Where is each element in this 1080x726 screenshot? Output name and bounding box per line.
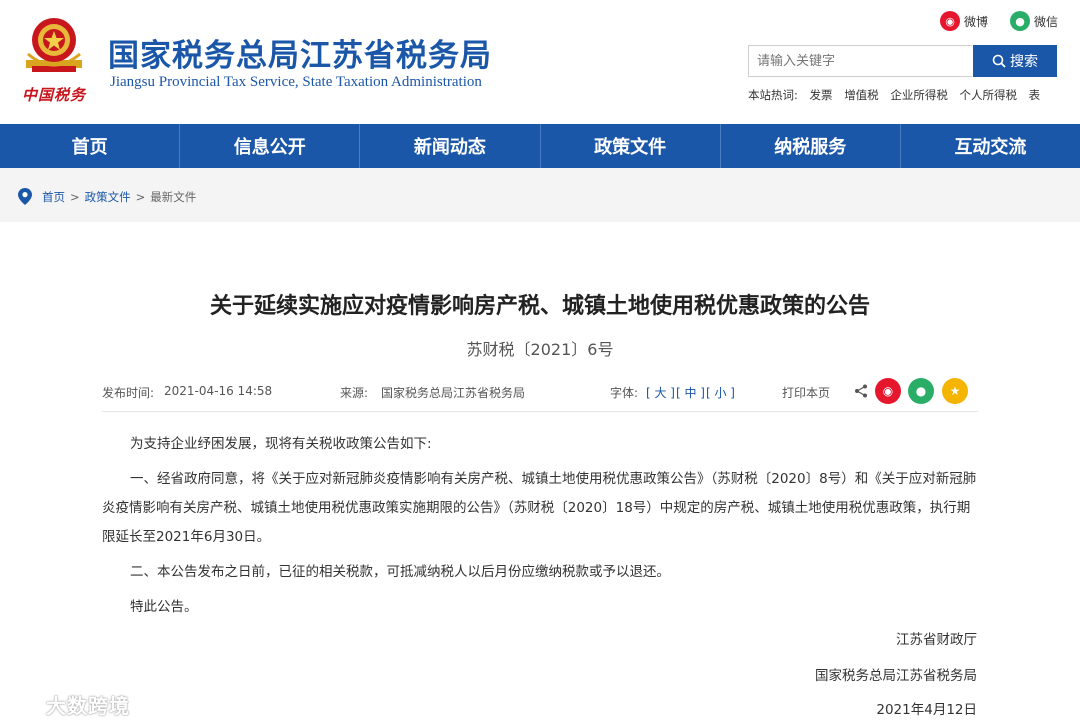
breadcrumb-policy[interactable]: 政策文件: [85, 189, 131, 205]
nav-item-disclosure[interactable]: 信息公开: [180, 124, 361, 168]
hotword-link[interactable]: 个人所得税: [960, 88, 1018, 102]
breadcrumb: 首页 > 政策文件 > 最新文件: [18, 188, 196, 205]
font-large-button[interactable]: [ 大 ]: [646, 384, 675, 401]
article-paragraph: 为支持企业纾困发展，现将有关税收政策公告如下:: [130, 436, 432, 452]
hotword-link[interactable]: 发票: [810, 88, 833, 102]
watermark: 大数跨境: [8, 690, 130, 719]
nav-item-policy[interactable]: 政策文件: [541, 124, 721, 168]
article-paragraph: 特此公告。: [130, 599, 198, 615]
signature-date: 2021年4月12日: [876, 702, 977, 718]
font-small-button[interactable]: [ 小 ]: [706, 384, 735, 401]
breadcrumb-separator: >: [70, 189, 80, 204]
share-qzone-icon[interactable]: ★: [942, 378, 968, 404]
hotword-link[interactable]: 增值税: [844, 88, 879, 102]
article-paragraph: 二、本公告发布之日前，已征的相关税款，可抵减纳税人以后月份应缴纳税款或予以退还。: [130, 564, 670, 580]
wechat-label: 微信: [1034, 14, 1059, 29]
nav-item-home[interactable]: 首页: [0, 124, 181, 168]
hotword-link[interactable]: 表: [1029, 88, 1041, 102]
signature-finance-dept: 江苏省财政厅: [896, 632, 977, 648]
nav-item-news[interactable]: 新闻动态: [360, 124, 541, 168]
share-icon[interactable]: [854, 384, 868, 398]
wechat-icon: ●: [1010, 11, 1030, 31]
share-weibo-icon[interactable]: ◉: [875, 378, 901, 404]
search-input[interactable]: [748, 45, 972, 77]
site-header: 中国税务 国家税务总局江苏省税务局 Jiangsu Provincial Tax…: [0, 0, 1080, 124]
tax-emblem-icon: [26, 18, 82, 72]
brand-small-text: 中国税务: [22, 86, 87, 104]
font-size-label: 字体:: [610, 386, 639, 400]
hotwords-label: 本站热词:: [748, 88, 798, 102]
site-subtitle: Jiangsu Provincial Tax Service, State Ta…: [110, 74, 482, 90]
wechat-link[interactable]: ● 微信: [1010, 11, 1058, 31]
source-label: 来源:: [340, 386, 369, 400]
watermark-logo-icon: [8, 697, 38, 715]
weibo-label: 微博: [964, 14, 989, 29]
article-meta: 发布时间: 2021-04-16 14:58 来源: 国家税务总局江苏省税务局 …: [102, 378, 978, 412]
hotword-link[interactable]: 企业所得税: [890, 88, 948, 102]
search-button-label: 搜索: [1010, 54, 1038, 70]
signature-tax-bureau: 国家税务总局江苏省税务局: [815, 668, 977, 684]
print-button[interactable]: 打印本页: [782, 384, 830, 401]
site-title[interactable]: 国家税务总局江苏省税务局: [108, 30, 492, 75]
nav-item-service[interactable]: 纳税服务: [721, 124, 901, 168]
location-pin-icon: [18, 188, 32, 205]
article-body: 为支持企业纾困发展，现将有关税收政策公告如下: 一、经省政府同意，将《关于应对新…: [102, 430, 978, 628]
document-number: 苏财税〔2021〕6号: [466, 340, 614, 359]
breadcrumb-separator: >: [135, 189, 146, 204]
nav-item-interaction[interactable]: 互动交流: [901, 124, 1080, 168]
main-nav: 首页 信息公开 新闻动态 政策文件 纳税服务 互动交流: [0, 124, 1080, 168]
article-container: 关于延续实施应对疫情影响房产税、城镇土地使用税优惠政策的公告 苏财税〔2021〕…: [0, 222, 1080, 726]
hotwords: 本站热词: 发票 增值税 企业所得税 个人所得税 表: [748, 87, 1048, 103]
share-wechat-icon[interactable]: ●: [908, 378, 934, 404]
source-value: 国家税务总局江苏省税务局: [381, 386, 526, 400]
article-paragraph: 一、经省政府同意，将《关于应对新冠肺炎疫情影响有关房产税、城镇土地使用税优惠政策…: [102, 471, 977, 545]
breadcrumb-home[interactable]: 首页: [42, 189, 65, 205]
font-medium-button[interactable]: [ 中 ]: [676, 384, 705, 401]
publish-label: 发布时间:: [102, 386, 155, 400]
search-icon: [992, 54, 1006, 68]
article-title: 关于延续实施应对疫情影响房产税、城镇土地使用税优惠政策的公告: [209, 294, 870, 319]
breadcrumb-bar: 首页 > 政策文件 > 最新文件: [0, 168, 1080, 222]
search-button[interactable]: 搜索: [973, 45, 1057, 77]
breadcrumb-current: 最新文件: [150, 189, 197, 204]
weibo-icon: ◉: [940, 11, 960, 31]
weibo-link[interactable]: ◉ 微博: [940, 11, 988, 31]
watermark-text: 大数跨境: [45, 694, 130, 718]
publish-time: 2021-04-16 14:58: [164, 384, 273, 398]
